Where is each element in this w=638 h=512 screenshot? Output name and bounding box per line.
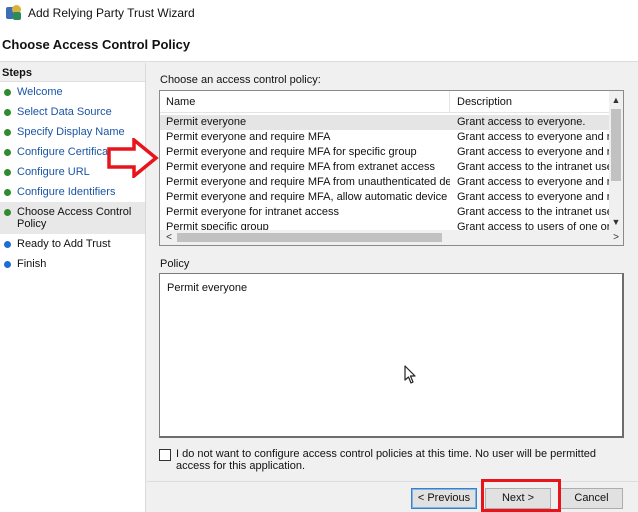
policy-list-header: Name Description xyxy=(160,91,611,113)
next-button[interactable]: Next > xyxy=(485,488,551,509)
policy-description: Grant access to everyone and requir xyxy=(457,131,609,143)
step-label: Configure Identifiers xyxy=(17,186,116,198)
policy-description: Grant access to everyone and requir xyxy=(457,146,609,158)
step-label: Configure Certificate xyxy=(17,146,118,158)
page-title: Choose Access Control Policy xyxy=(2,37,191,52)
policy-name: Permit everyone and require MFA for spec… xyxy=(166,146,417,158)
step-specify-display-name[interactable]: Specify Display Name xyxy=(0,122,145,142)
policy-row[interactable]: Permit everyone and require MFA from ext… xyxy=(160,160,611,175)
horizontal-scrollbar[interactable]: < > xyxy=(160,230,623,245)
step-completed-icon xyxy=(4,169,11,176)
previous-button[interactable]: < Previous xyxy=(411,488,477,509)
step-pending-icon xyxy=(4,261,11,268)
step-completed-icon xyxy=(4,129,11,136)
scroll-right-icon[interactable]: > xyxy=(609,230,623,245)
vertical-scrollbar[interactable]: ▲ ▼ xyxy=(609,91,623,231)
step-pending-icon xyxy=(4,241,11,248)
step-label: Welcome xyxy=(17,86,63,98)
step-label: Choose Access Control Policy xyxy=(17,206,132,230)
policy-row[interactable]: Permit everyone for intranet access Gran… xyxy=(160,205,611,220)
column-header-name[interactable]: Name xyxy=(160,91,450,113)
policy-name: Permit everyone and require MFA from ext… xyxy=(166,161,436,173)
scroll-left-icon[interactable]: < xyxy=(162,230,176,245)
opt-out-checkbox[interactable] xyxy=(159,449,171,461)
step-label: Configure URL xyxy=(17,166,90,178)
column-header-description[interactable]: Description xyxy=(451,91,621,113)
step-configure-certificate[interactable]: Configure Certificate xyxy=(0,142,145,162)
title-bar: Add Relying Party Trust Wizard xyxy=(0,0,638,26)
step-label: Ready to Add Trust xyxy=(17,238,111,250)
policy-description: Grant access to everyone. xyxy=(457,116,586,128)
window-title: Add Relying Party Trust Wizard xyxy=(28,6,195,20)
button-bar-divider xyxy=(147,481,638,482)
policy-detail-caption: Policy xyxy=(160,258,190,270)
policy-row[interactable]: Permit everyone and require MFA, allow a… xyxy=(160,190,611,205)
policy-name: Permit everyone and require MFA from una… xyxy=(166,176,450,188)
policy-detail-text: Permit everyone xyxy=(167,282,248,294)
step-welcome[interactable]: Welcome xyxy=(0,82,145,102)
step-configure-url[interactable]: Configure URL xyxy=(0,162,145,182)
opt-out-label: I do not want to configure access contro… xyxy=(176,448,597,472)
scroll-up-icon[interactable]: ▲ xyxy=(609,93,623,107)
policy-description: Grant access to the intranet users an xyxy=(457,161,609,173)
step-completed-icon xyxy=(4,89,11,96)
policy-row[interactable]: Permit everyone and require MFA for spec… xyxy=(160,145,611,160)
policy-list-caption: Choose an access control policy: xyxy=(160,74,321,86)
step-ready-to-add-trust: Ready to Add Trust xyxy=(0,234,145,254)
step-label: Specify Display Name xyxy=(17,126,125,138)
step-configure-identifiers[interactable]: Configure Identifiers xyxy=(0,182,145,202)
policy-detail-box: Permit everyone xyxy=(159,273,624,438)
step-current-icon xyxy=(4,209,11,216)
horizontal-scroll-thumb[interactable] xyxy=(177,233,442,242)
steps-title: Steps xyxy=(0,63,145,82)
policy-name: Permit everyone xyxy=(166,116,247,128)
policy-description: Grant access to the intranet users. xyxy=(457,206,609,218)
policy-name: Permit everyone and require MFA xyxy=(166,131,331,143)
scroll-down-icon[interactable]: ▼ xyxy=(609,215,623,229)
policy-description: Grant access to everyone and requir xyxy=(457,191,609,203)
policy-list[interactable]: Name Description Permit everyone Grant a… xyxy=(159,90,624,246)
policy-row[interactable]: Permit everyone Grant access to everyone… xyxy=(160,115,611,130)
step-label: Select Data Source xyxy=(17,106,112,118)
policy-list-rows: Permit everyone Grant access to everyone… xyxy=(160,115,611,235)
step-completed-icon xyxy=(4,189,11,196)
vertical-scroll-thumb[interactable] xyxy=(611,109,621,181)
step-choose-access-control-policy: Choose Access Control Policy xyxy=(0,202,145,234)
steps-panel: Steps Welcome Select Data Source Specify… xyxy=(0,63,146,512)
step-select-data-source[interactable]: Select Data Source xyxy=(0,102,145,122)
policy-name: Permit everyone for intranet access xyxy=(166,206,340,218)
cancel-button[interactable]: Cancel xyxy=(560,488,623,509)
policy-name: Permit everyone and require MFA, allow a… xyxy=(166,191,450,203)
opt-out-option[interactable]: I do not want to configure access contro… xyxy=(159,448,629,472)
step-completed-icon xyxy=(4,149,11,156)
policy-description: Grant access to everyone and requir xyxy=(457,176,609,188)
wizard-header: Choose Access Control Policy xyxy=(0,26,638,62)
policy-row[interactable]: Permit everyone and require MFA Grant ac… xyxy=(160,130,611,145)
policy-row[interactable]: Permit everyone and require MFA from una… xyxy=(160,175,611,190)
step-finish: Finish xyxy=(0,254,145,274)
wizard-content: Choose an access control policy: Name De… xyxy=(147,63,638,512)
step-completed-icon xyxy=(4,109,11,116)
relying-party-wizard-icon xyxy=(6,5,22,21)
step-label: Finish xyxy=(17,258,47,270)
